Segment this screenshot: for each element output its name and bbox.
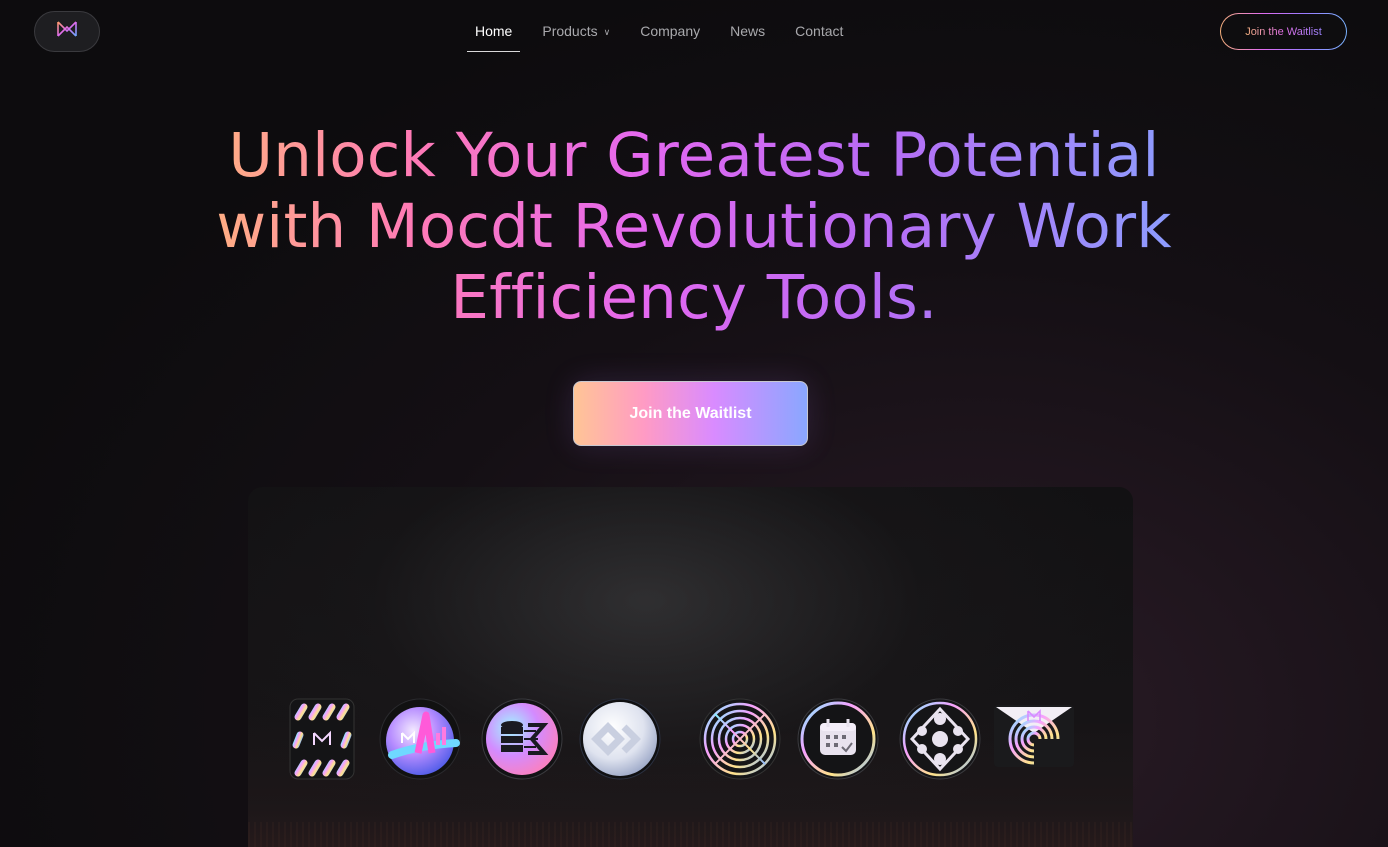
calendar-check-icon[interactable] [796, 697, 880, 781]
hero-title-line-3: Efficiency Tools. [194, 262, 1194, 333]
network-nodes-icon[interactable] [898, 697, 982, 781]
hero-title: Unlock Your Greatest Potential with Mocd… [194, 120, 1194, 333]
hero-title-line-2: with Mocdt Revolutionary Work [194, 191, 1194, 262]
nav-contact[interactable]: Contact [795, 0, 843, 62]
analytics-orb-icon[interactable] [378, 697, 462, 781]
header-waitlist-label: Join the Waitlist [1245, 25, 1322, 38]
radial-target-icon[interactable] [698, 697, 782, 781]
hero-waitlist-button[interactable]: Join the Waitlist [573, 381, 808, 446]
hero-title-line-1: Unlock Your Greatest Potential [194, 120, 1194, 191]
hero-waitlist-label: Join the Waitlist [629, 404, 752, 422]
nav-company[interactable]: Company [640, 0, 700, 62]
product-showcase [248, 487, 1133, 847]
nav-home[interactable]: Home [467, 0, 521, 62]
envelope-spiral-icon[interactable] [992, 697, 1076, 781]
chevron-down-icon: ∨ [603, 26, 611, 37]
striped-logo-tile-icon[interactable] [280, 697, 364, 781]
nav-news[interactable]: News [730, 0, 765, 62]
nav-products[interactable]: Products ∨ [542, 0, 610, 62]
header-waitlist-button[interactable]: Join the Waitlist [1220, 13, 1347, 50]
logo-button[interactable] [34, 11, 100, 52]
mocdt-logo-icon [56, 20, 78, 43]
database-flow-icon[interactable] [480, 697, 564, 781]
loop-link-icon[interactable] [578, 697, 662, 781]
main-nav: Home Products ∨ Company News Contact [467, 0, 873, 62]
